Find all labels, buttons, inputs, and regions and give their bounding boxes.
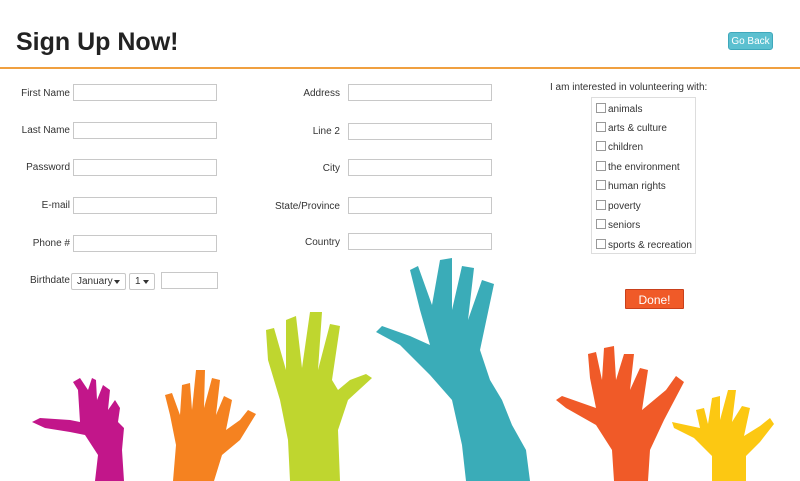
line2-label: Line 2 bbox=[312, 126, 340, 137]
city-field[interactable] bbox=[348, 159, 492, 176]
interests-list: animals arts & culture children the envi… bbox=[591, 97, 696, 254]
email-field[interactable] bbox=[73, 197, 217, 214]
country-label: Country bbox=[304, 237, 340, 248]
city-label: City bbox=[322, 163, 340, 174]
first-name-field[interactable] bbox=[73, 84, 217, 101]
password-label: Password bbox=[26, 162, 70, 173]
interest-option-seniors[interactable]: seniors bbox=[596, 219, 641, 234]
teal-hand-icon bbox=[376, 258, 530, 481]
interest-label: arts & culture bbox=[608, 123, 667, 134]
state-field[interactable] bbox=[348, 197, 492, 214]
interest-option-poverty[interactable]: poverty bbox=[596, 200, 641, 215]
checkbox[interactable] bbox=[596, 122, 606, 133]
address-label: Address bbox=[303, 88, 340, 99]
go-back-button[interactable]: Go Back bbox=[728, 32, 773, 50]
checkbox[interactable] bbox=[596, 180, 606, 191]
phone-label: Phone # bbox=[32, 238, 70, 249]
interest-option-environment[interactable]: the environment bbox=[596, 161, 680, 176]
checkbox[interactable] bbox=[596, 200, 606, 211]
checkbox[interactable] bbox=[596, 239, 606, 250]
last-name-field[interactable] bbox=[73, 122, 217, 139]
checkbox[interactable] bbox=[596, 161, 606, 172]
interest-option-animals[interactable]: animals bbox=[596, 103, 643, 118]
checkbox[interactable] bbox=[596, 103, 606, 114]
magenta-hand-icon bbox=[32, 378, 124, 481]
yellow-hand-icon bbox=[672, 390, 774, 481]
last-name-label: Last Name bbox=[21, 125, 70, 136]
interest-option-arts[interactable]: arts & culture bbox=[596, 122, 667, 137]
state-label: State/Province bbox=[274, 201, 340, 212]
email-label: E-mail bbox=[41, 200, 70, 211]
interest-label: human rights bbox=[608, 181, 666, 192]
interest-label: poverty bbox=[608, 201, 641, 212]
checkbox[interactable] bbox=[596, 219, 606, 230]
interests-title: I am interested in volunteering with: bbox=[550, 82, 708, 93]
checkbox[interactable] bbox=[596, 141, 606, 152]
interest-label: seniors bbox=[608, 220, 641, 231]
address-field[interactable] bbox=[348, 84, 492, 101]
line2-field[interactable] bbox=[348, 123, 492, 140]
password-field[interactable] bbox=[73, 159, 217, 176]
interest-label: the environment bbox=[608, 162, 680, 173]
first-name-label: First Name bbox=[21, 88, 70, 99]
header: Sign Up Now! Go Back bbox=[0, 0, 800, 69]
lime-hand-icon bbox=[266, 312, 372, 481]
interest-option-children[interactable]: children bbox=[596, 141, 644, 156]
interest-label: children bbox=[608, 142, 644, 153]
orange-hand-icon bbox=[165, 370, 256, 481]
red-orange-hand-icon bbox=[556, 346, 684, 481]
interest-label: animals bbox=[608, 104, 643, 115]
interest-option-human-rights[interactable]: human rights bbox=[596, 180, 666, 195]
page-title: Sign Up Now! bbox=[16, 28, 179, 56]
country-field[interactable] bbox=[348, 233, 492, 250]
raised-hands-illustration bbox=[32, 258, 774, 481]
